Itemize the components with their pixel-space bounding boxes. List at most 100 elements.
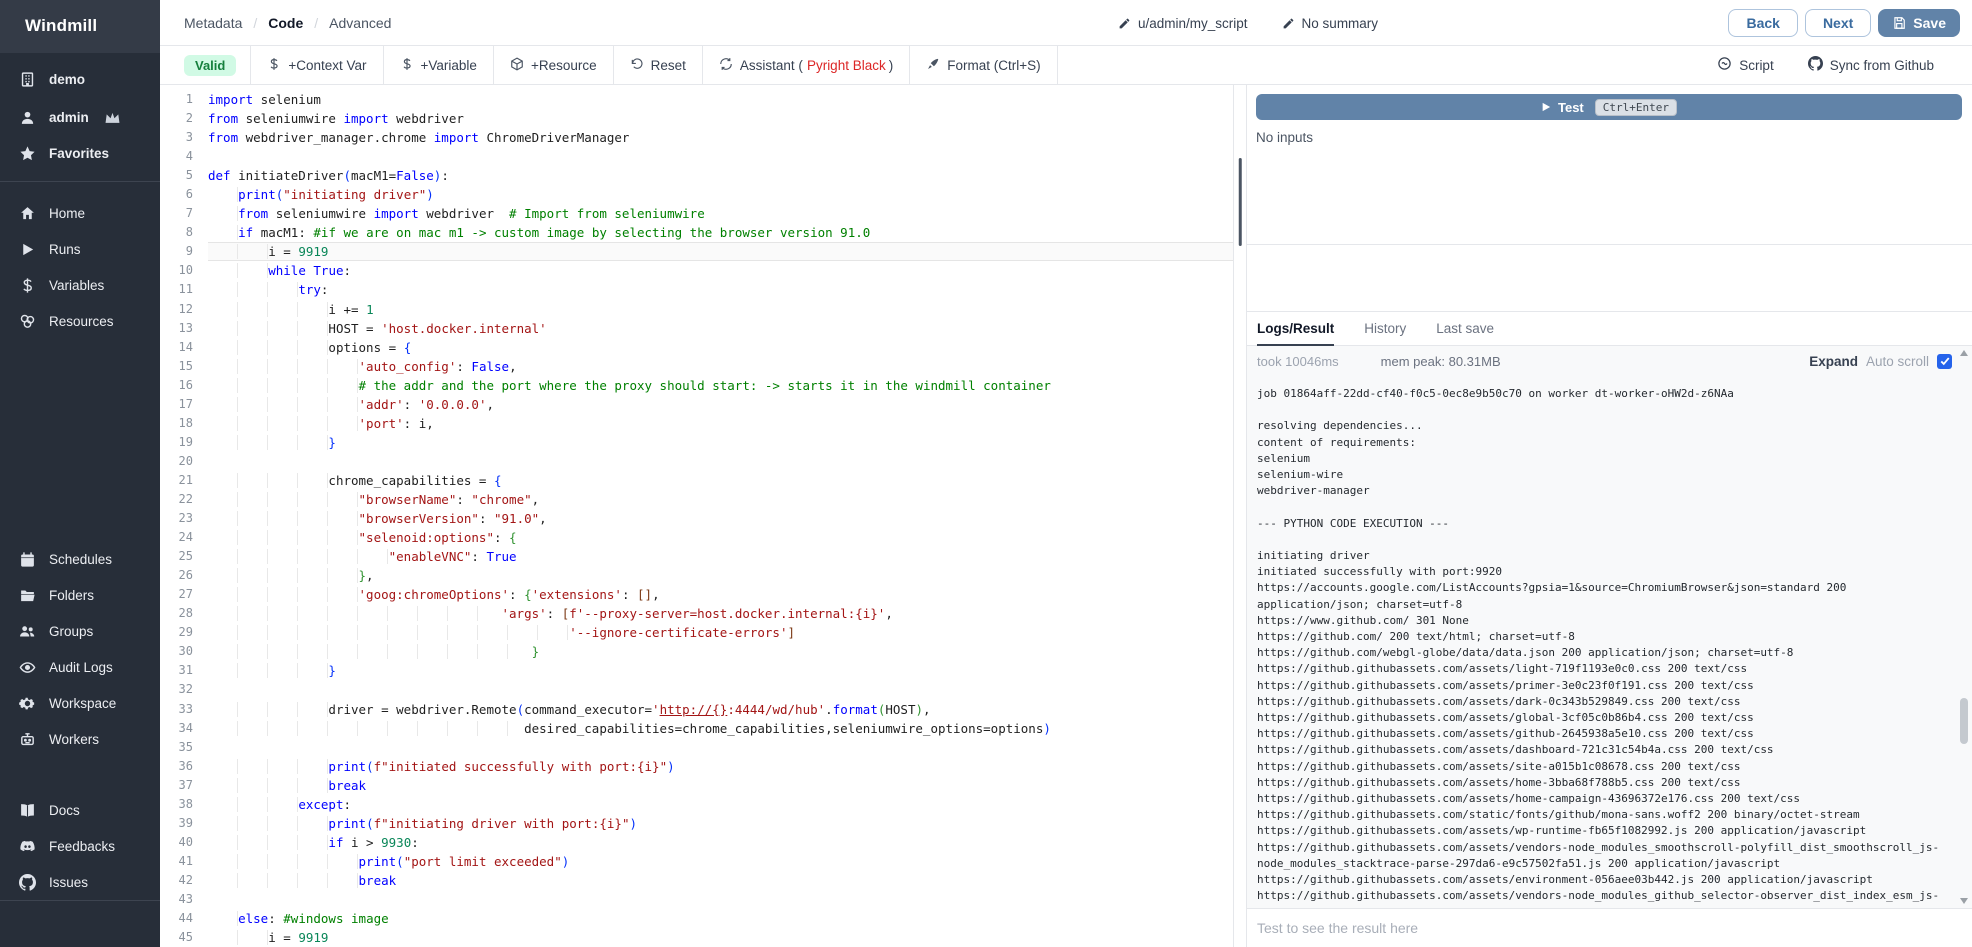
- panel-gap: [1247, 245, 1972, 311]
- logs-scroll-area[interactable]: took 10046ms mem peak: 80.31MB Expand Au…: [1247, 346, 1972, 908]
- reset-button[interactable]: Reset: [613, 46, 702, 84]
- sidebar-item-label: Workers: [49, 732, 99, 747]
- workspace-selector[interactable]: demo: [0, 66, 160, 94]
- workspace-name: demo: [49, 72, 85, 87]
- code-line-content: options = {: [208, 338, 1233, 357]
- code-line: 27 'goog:chromeOptions': {'extensions': …: [160, 585, 1233, 604]
- sidebar-item-audit-logs[interactable]: Audit Logs: [0, 649, 160, 685]
- scrollbar-thumb[interactable]: [1960, 698, 1968, 744]
- code-line: 22 "browserName": "chrome",: [160, 490, 1233, 509]
- line-number: 39: [160, 814, 193, 833]
- sidebar-item-issues[interactable]: Issues: [0, 864, 160, 900]
- code-line-content: chrome_capabilities = {: [208, 471, 1233, 490]
- back-button[interactable]: Back: [1728, 9, 1797, 37]
- code-line: 21 chrome_capabilities = {: [160, 471, 1233, 490]
- code-line: 30 }: [160, 642, 1233, 661]
- sidebar-item-docs[interactable]: Docs: [0, 792, 160, 828]
- sidebar-item-variables[interactable]: Variables: [0, 267, 160, 303]
- expand-link[interactable]: Expand: [1809, 354, 1858, 369]
- code-line: 18 'port': i,: [160, 414, 1233, 433]
- code-line: 15 'auto_config': False,: [160, 357, 1233, 376]
- play-icon: [1541, 102, 1551, 112]
- summary-edit[interactable]: No summary: [1282, 16, 1379, 31]
- tab-logs-result[interactable]: Logs/Result: [1257, 312, 1334, 345]
- code-line-content: print("port limit exceeded"): [208, 852, 1233, 871]
- toolbar-right: Script Sync from Github: [1717, 56, 1972, 74]
- logs-output: job 01864aff-22dd-cf40-f0c5-0ec8e9b50c70…: [1247, 376, 1972, 905]
- app-title: Windmill: [25, 16, 97, 36]
- code-line: 26 },: [160, 566, 1233, 585]
- script-button[interactable]: Script: [1717, 56, 1774, 74]
- mem-peak-label: mem peak: 80.31MB: [1381, 354, 1501, 369]
- sidebar-item-feedbacks[interactable]: Feedbacks: [0, 828, 160, 864]
- line-number: 24: [160, 528, 193, 547]
- code-line-content: i += 1: [208, 300, 1233, 319]
- code-editor[interactable]: 1import selenium2from seleniumwire impor…: [160, 85, 1233, 947]
- logs-scrollbar: [1958, 348, 1970, 906]
- code-line-content: }: [208, 661, 1233, 680]
- log-line: content of requirements:: [1257, 435, 1962, 451]
- user-icon: [18, 109, 36, 127]
- variable-button[interactable]: +Variable: [383, 46, 493, 84]
- next-button[interactable]: Next: [1805, 9, 1871, 37]
- code-line-content: if i > 9930:: [208, 833, 1233, 852]
- line-number: 9: [160, 242, 193, 261]
- sidebar-item-runs[interactable]: Runs: [0, 231, 160, 267]
- sidebar-item-label: Groups: [49, 624, 93, 639]
- sidebar-item-schedules[interactable]: Schedules: [0, 541, 160, 577]
- scroll-down-arrow-icon[interactable]: [1960, 898, 1968, 904]
- sidebar-item-folders[interactable]: Folders: [0, 577, 160, 613]
- log-line: [1257, 402, 1962, 418]
- line-number: 23: [160, 509, 193, 528]
- log-line: https://github.com/webgl-globe/data/data…: [1257, 645, 1962, 661]
- context-var-button[interactable]: +Context Var: [250, 46, 382, 84]
- building-icon: [18, 71, 36, 89]
- collapse-sidebar-button[interactable]: [0, 908, 160, 947]
- tab-advanced[interactable]: Advanced: [329, 15, 391, 31]
- calendar-icon: [18, 550, 36, 568]
- windmill-logo[interactable]: Windmill: [0, 0, 160, 53]
- line-number: 17: [160, 395, 193, 414]
- code-line: 19 }: [160, 433, 1233, 452]
- log-line: https://github.githubassets.com/assets/w…: [1257, 823, 1962, 839]
- auto-scroll-checkbox[interactable]: [1937, 354, 1952, 369]
- assistant-button[interactable]: Assistant (Pyright Black): [702, 46, 909, 84]
- format-ctrl-s-button[interactable]: Format (Ctrl+S): [909, 46, 1057, 84]
- line-number: 2: [160, 109, 193, 128]
- sidebar-item-workers[interactable]: Workers: [0, 721, 160, 757]
- breadcrumb-separator: /: [314, 15, 318, 31]
- tab-metadata[interactable]: Metadata: [184, 15, 242, 31]
- line-number: 29: [160, 623, 193, 642]
- sidebar-item-resources[interactable]: Resources: [0, 303, 160, 339]
- scroll-up-arrow-icon[interactable]: [1960, 350, 1968, 356]
- no-inputs-label: No inputs: [1256, 130, 1962, 145]
- tab-history[interactable]: History: [1364, 312, 1406, 345]
- code-line: 12 i += 1: [160, 300, 1233, 319]
- sidebar-item-home[interactable]: Home: [0, 195, 160, 231]
- code-line: 41 print("port limit exceeded"): [160, 852, 1233, 871]
- user-menu[interactable]: admin: [0, 104, 160, 132]
- tab-last-save[interactable]: Last save: [1436, 312, 1494, 345]
- line-number: 11: [160, 280, 193, 299]
- log-line: https://github.githubassets.com/assets/v…: [1257, 888, 1962, 904]
- resource-button[interactable]: +Resource: [493, 46, 613, 84]
- code-line: 5def initiateDriver(macM1=False):: [160, 166, 1233, 185]
- log-line: https://github.githubassets.com/assets/g…: [1257, 710, 1962, 726]
- line-number: 4: [160, 147, 193, 166]
- dollar-icon: [400, 57, 414, 74]
- cube-icon: [510, 57, 524, 74]
- script-path-edit[interactable]: u/admin/my_script: [1118, 16, 1248, 31]
- logs-status-row: took 10046ms mem peak: 80.31MB Expand Au…: [1247, 346, 1972, 376]
- sidebar-item-workspace[interactable]: Workspace: [0, 685, 160, 721]
- test-button[interactable]: Test Ctrl+Enter: [1256, 94, 1962, 120]
- folder-icon: [18, 586, 36, 604]
- save-button[interactable]: Save: [1878, 9, 1960, 37]
- sidebar-item-favorites[interactable]: Favorites: [0, 139, 160, 167]
- line-number: 13: [160, 319, 193, 338]
- sidebar-item-groups[interactable]: Groups: [0, 613, 160, 649]
- code-line-content: print("initiating driver"): [208, 185, 1233, 204]
- discord-icon: [18, 837, 36, 855]
- tab-code[interactable]: Code: [268, 15, 303, 31]
- panel-splitter[interactable]: [1233, 85, 1247, 947]
- sync-from-github-button[interactable]: Sync from Github: [1808, 56, 1934, 74]
